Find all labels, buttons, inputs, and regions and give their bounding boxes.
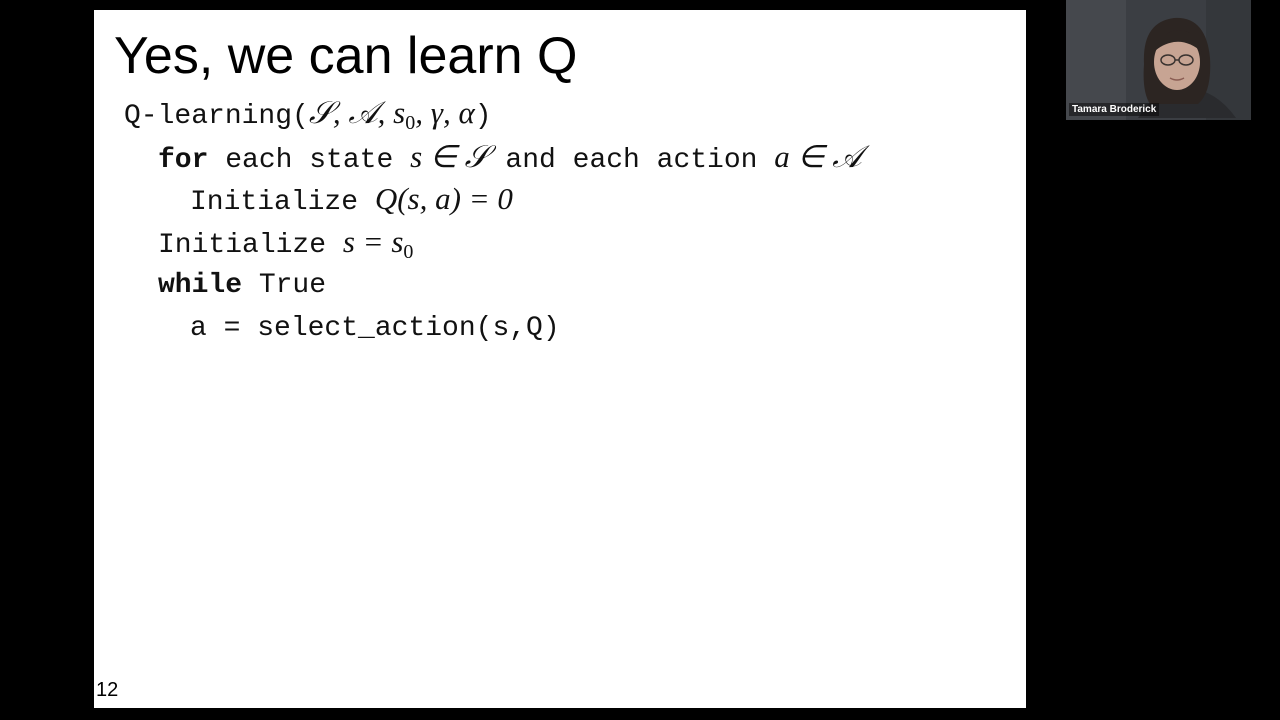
- participant-video-image: [1066, 0, 1251, 120]
- slide: Yes, we can learn Q Q-learning(𝒮, 𝒜, s0,…: [94, 10, 1026, 708]
- code-line-while: while True: [158, 270, 327, 301]
- page-number: 12: [96, 679, 119, 701]
- participant-name-label: Tamara Broderick: [1069, 103, 1160, 116]
- code-line-init-q: Initialize Q(s, a) = 0: [190, 181, 513, 219]
- keyword-for: for: [158, 145, 209, 176]
- code-line-select-action: a = select_action(s,Q): [190, 313, 560, 344]
- keyword-while: while: [158, 270, 243, 301]
- slide-title: Yes, we can learn Q: [114, 27, 578, 85]
- code-line-signature: Q-learning(𝒮, 𝒜, s0, γ, α): [124, 96, 492, 134]
- close-paren: ): [474, 101, 492, 132]
- code-line-init-s: Initialize s = s0: [158, 224, 414, 263]
- function-name: Q-learning(: [124, 101, 309, 132]
- function-args: 𝒮, 𝒜, s0, γ, α: [308, 95, 475, 134]
- code-line-for: for each state s ∈ 𝒮 and each action a ∈…: [158, 139, 862, 177]
- participant-video-tile[interactable]: Tamara Broderick: [1066, 0, 1251, 120]
